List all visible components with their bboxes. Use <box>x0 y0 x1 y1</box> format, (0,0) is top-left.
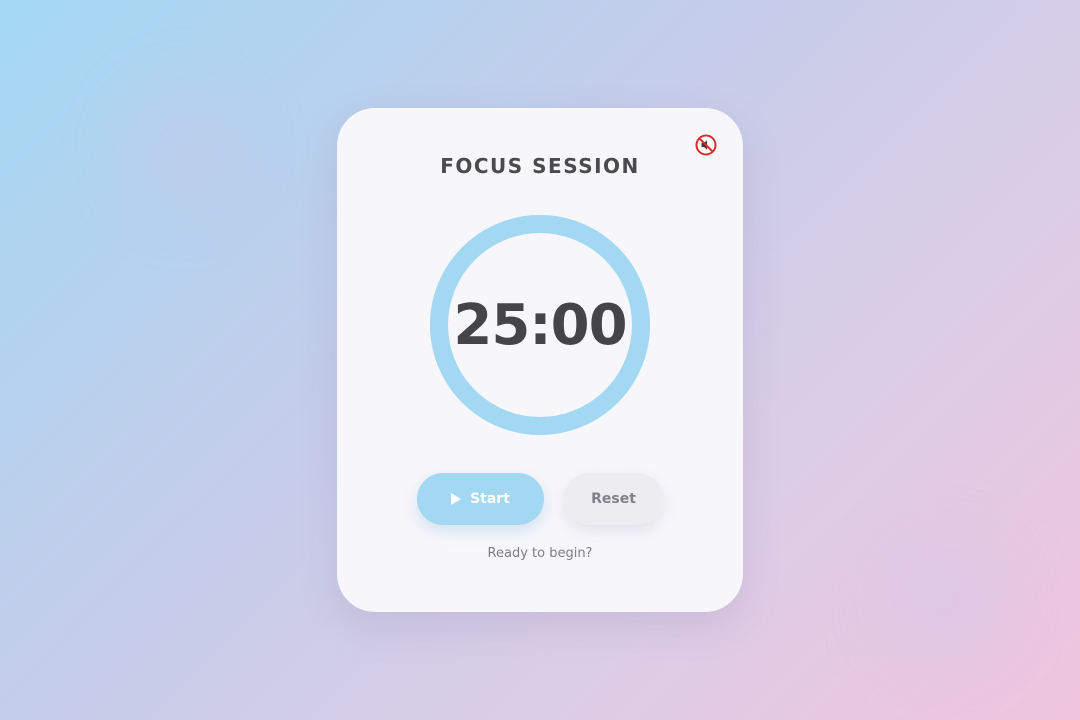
reset-button-label: Reset <box>591 491 636 507</box>
start-button[interactable]: Start <box>417 473 544 525</box>
muted-speaker-icon <box>695 134 717 156</box>
sound-toggle-button[interactable] <box>695 134 717 156</box>
background-glow-left <box>105 75 265 225</box>
focus-timer-card: FOCUS SESSION 25:00 Start Reset Ready to… <box>337 108 743 612</box>
timer-ring: 25:00 <box>429 214 651 436</box>
timer-display: 25:00 <box>453 292 627 358</box>
play-icon <box>451 493 462 505</box>
background-glow-right <box>860 520 1030 680</box>
reset-button[interactable]: Reset <box>564 473 663 525</box>
page-title: FOCUS SESSION <box>440 154 640 178</box>
status-text: Ready to begin? <box>487 546 593 561</box>
start-button-label: Start <box>470 491 510 507</box>
timer-controls: Start Reset <box>337 473 743 525</box>
